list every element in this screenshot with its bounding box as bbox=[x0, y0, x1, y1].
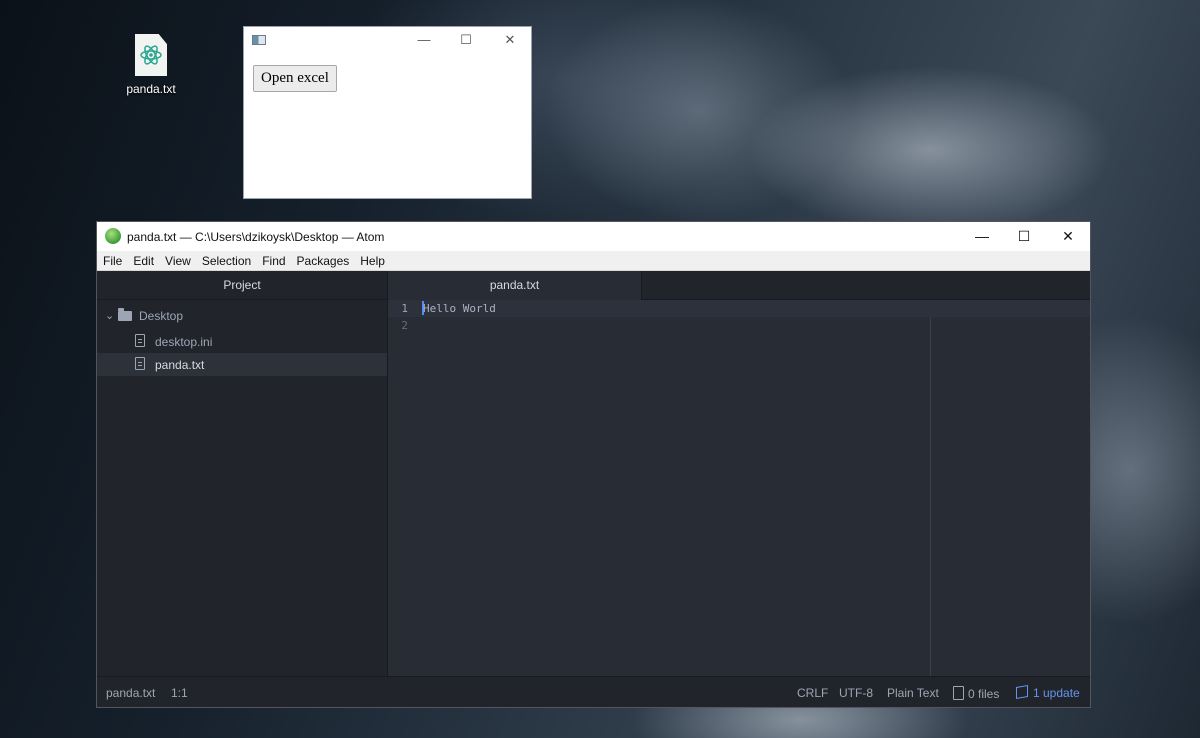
line-text: Hello World bbox=[423, 302, 496, 315]
project-tree: Project ⌄ Desktop desktop.ini panda.txt bbox=[97, 271, 388, 677]
atom-window: panda.txt — C:\Users\dzikoysk\Desktop — … bbox=[96, 221, 1091, 708]
maximize-icon[interactable]: ☐ bbox=[458, 32, 474, 48]
tab-panda-txt[interactable]: panda.txt bbox=[388, 271, 642, 300]
menu-view[interactable]: View bbox=[165, 254, 191, 268]
menu-packages[interactable]: Packages bbox=[297, 254, 350, 268]
editor-line[interactable]: 2 bbox=[388, 317, 1090, 334]
tree-file-desktop-ini[interactable]: desktop.ini bbox=[97, 330, 387, 353]
chevron-down-icon: ⌄ bbox=[105, 310, 115, 322]
status-bar: panda.txt 1:1 CRLF UTF-8 Plain Text 0 fi… bbox=[97, 676, 1090, 707]
encoding[interactable]: UTF-8 bbox=[839, 686, 873, 700]
package-updates[interactable]: 1 update bbox=[1016, 684, 1080, 700]
tk-titlebar[interactable]: — ☐ ✕ bbox=[244, 27, 531, 53]
close-icon[interactable]: ✕ bbox=[1046, 222, 1090, 251]
app-icon bbox=[252, 35, 266, 45]
menu-help[interactable]: Help bbox=[360, 254, 385, 268]
status-file-name[interactable]: panda.txt bbox=[106, 686, 155, 700]
menu-selection[interactable]: Selection bbox=[202, 254, 251, 268]
tree-file-panda-txt[interactable]: panda.txt bbox=[97, 353, 387, 376]
menu-bar: File Edit View Selection Find Packages H… bbox=[97, 251, 1090, 271]
line-ending[interactable]: CRLF bbox=[797, 686, 828, 700]
folder-icon bbox=[118, 308, 132, 321]
tree-folder-desktop[interactable]: ⌄ Desktop bbox=[97, 304, 387, 327]
atom-titlebar[interactable]: panda.txt — C:\Users\dzikoysk\Desktop — … bbox=[97, 222, 1090, 251]
editor-line[interactable]: 1 Hello World bbox=[388, 300, 1090, 317]
open-excel-button[interactable]: Open excel bbox=[253, 65, 337, 92]
project-panel-header[interactable]: Project bbox=[97, 271, 387, 300]
close-icon[interactable]: ✕ bbox=[502, 32, 518, 48]
minimize-icon[interactable]: — bbox=[416, 32, 432, 48]
text-editor[interactable]: 1 Hello World 2 bbox=[388, 300, 1090, 677]
atom-logo-icon bbox=[105, 228, 121, 244]
folder-label: Desktop bbox=[139, 309, 184, 323]
package-icon bbox=[1016, 684, 1028, 700]
menu-file[interactable]: File bbox=[103, 254, 122, 268]
tk-window: — ☐ ✕ Open excel bbox=[243, 26, 532, 199]
git-files-label: 0 files bbox=[968, 687, 1000, 701]
menu-edit[interactable]: Edit bbox=[133, 254, 154, 268]
maximize-icon[interactable]: ☐ bbox=[1002, 222, 1046, 251]
git-files-status[interactable]: 0 files bbox=[953, 686, 999, 701]
grammar[interactable]: Plain Text bbox=[887, 686, 939, 700]
cursor-position[interactable]: 1:1 bbox=[171, 686, 188, 700]
file-icon bbox=[135, 334, 145, 347]
wrap-guide bbox=[930, 300, 931, 677]
editor-pane: panda.txt 1 Hello World 2 bbox=[388, 271, 1090, 677]
menu-find[interactable]: Find bbox=[262, 254, 285, 268]
atom-file-icon bbox=[135, 34, 167, 76]
line-number: 1 bbox=[401, 302, 408, 315]
updates-label: 1 update bbox=[1033, 686, 1080, 700]
file-diff-icon bbox=[953, 686, 964, 700]
file-label: panda.txt bbox=[155, 358, 205, 372]
desktop-file-icon[interactable]: panda.txt bbox=[118, 34, 184, 96]
line-number: 2 bbox=[401, 319, 408, 332]
file-label: desktop.ini bbox=[155, 335, 213, 349]
desktop-icon-label: panda.txt bbox=[126, 82, 176, 96]
window-title: panda.txt — C:\Users\dzikoysk\Desktop — … bbox=[127, 230, 385, 244]
minimize-icon[interactable]: — bbox=[960, 222, 1004, 251]
file-icon bbox=[135, 357, 145, 370]
tab-bar: panda.txt bbox=[388, 271, 1090, 300]
